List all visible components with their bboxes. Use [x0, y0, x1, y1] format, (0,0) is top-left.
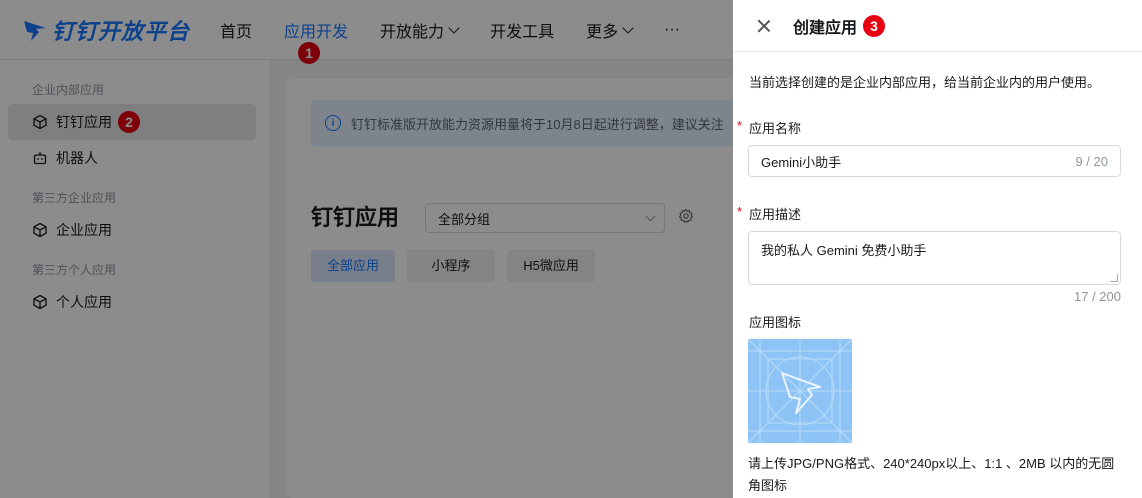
- resize-handle-icon[interactable]: [1110, 274, 1118, 282]
- app-desc-label: * 应用描述: [737, 204, 802, 223]
- app-desc-label-text: 应用描述: [749, 207, 802, 222]
- app-icon-label: 应用图标: [749, 315, 802, 330]
- required-mark: *: [737, 118, 743, 133]
- create-app-drawer: 创建应用 3 当前选择创建的是企业内部应用，给当前企业内的用户使用。 * 应用名…: [733, 0, 1142, 498]
- app-name-label: * 应用名称: [737, 118, 802, 137]
- app-desc-count: 17 / 200: [1074, 289, 1121, 304]
- drawer-title: 创建应用: [793, 19, 858, 37]
- close-icon[interactable]: [757, 19, 771, 33]
- app-name-label-text: 应用名称: [749, 121, 802, 136]
- drawer-description: 当前选择创建的是企业内部应用，给当前企业内的用户使用。: [749, 75, 1101, 90]
- step-badge-3: 3: [863, 14, 886, 37]
- app-name-value: Gemini小助手: [761, 154, 842, 170]
- app-name-count: 9 / 20: [1075, 153, 1108, 169]
- upload-hint: 请上传JPG/PNG格式、240*240px以上、1:1 、2MB 以内的无圆角…: [748, 456, 1115, 493]
- app-icon-upload[interactable]: [748, 339, 852, 443]
- required-mark: *: [737, 204, 743, 219]
- app-desc-value: 我的私人 Gemini 免费小助手: [761, 243, 927, 258]
- app-name-input[interactable]: Gemini小助手 9 / 20: [748, 145, 1121, 177]
- drawer-header: 创建应用 3: [733, 0, 1142, 52]
- dingtalk-wing-icon: [748, 339, 852, 443]
- app-desc-textarea[interactable]: 我的私人 Gemini 免费小助手: [748, 231, 1121, 285]
